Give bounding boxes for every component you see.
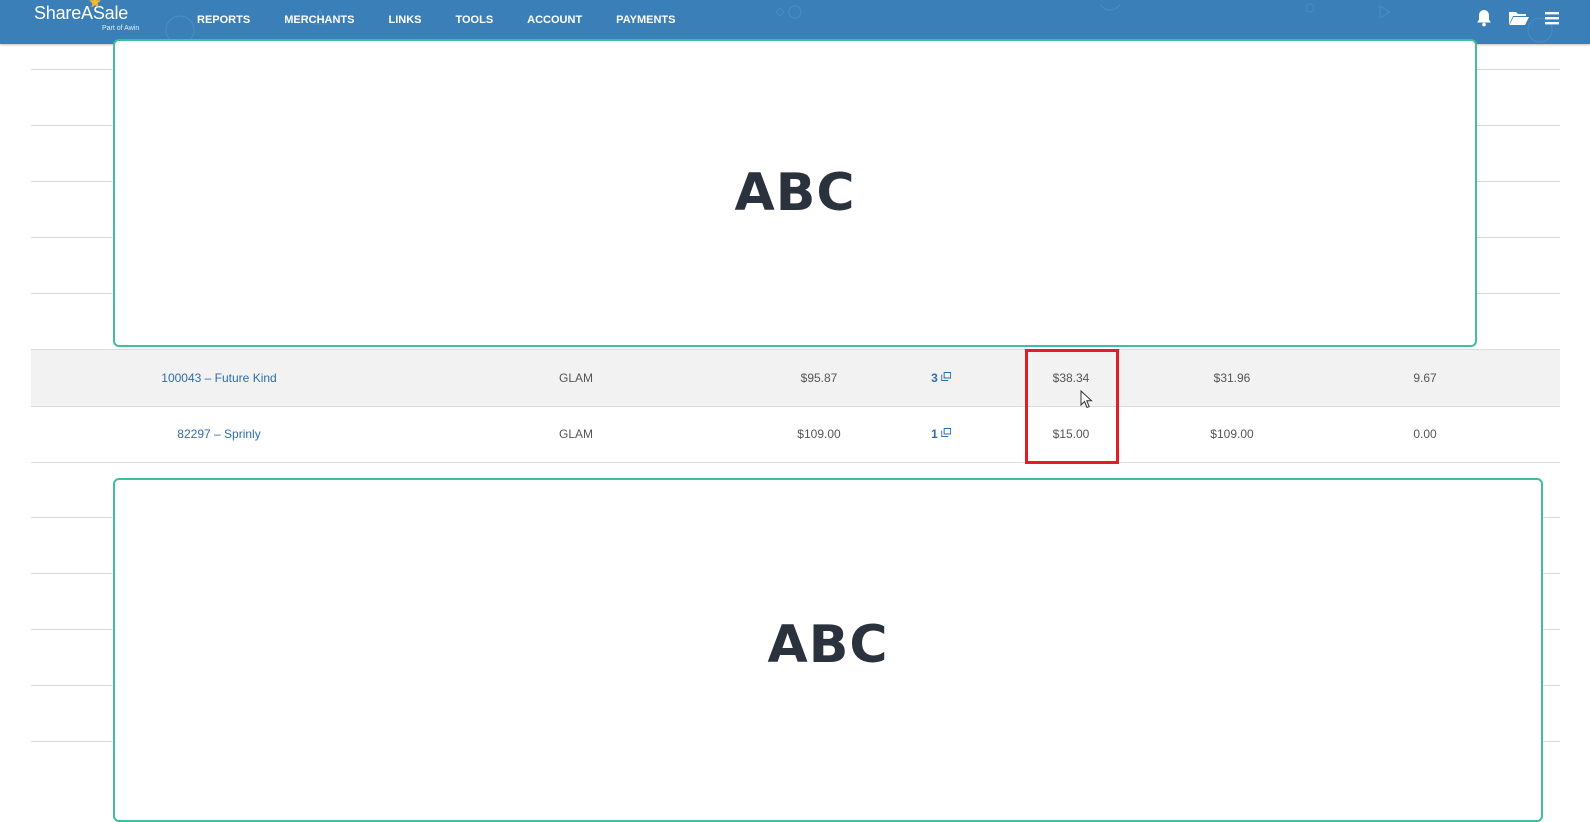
merchant-link[interactable]: 82297 – Sprinly <box>177 406 260 462</box>
mouse-cursor-icon <box>1080 390 1093 409</box>
external-window-icon <box>940 372 951 381</box>
nav-payments[interactable]: PAYMENTS <box>616 14 675 26</box>
main-nav: REPORTS MERCHANTS LINKS TOOLS ACCOUNT PA… <box>197 0 709 40</box>
category-cell: GLAM <box>558 371 594 385</box>
top-nav-bar: ShareASale Part of Awin REPORTS MERCHANT… <box>0 0 1590 44</box>
overlay-panel-bottom: ABC <box>113 478 1543 822</box>
count-value: 3 <box>931 371 938 385</box>
external-window-icon <box>940 428 951 437</box>
merchant-link[interactable]: 100043 – Future Kind <box>161 350 276 406</box>
menu-icon[interactable] <box>1542 8 1562 28</box>
count-link[interactable]: 3 <box>931 350 951 406</box>
highlight-box <box>1025 349 1119 464</box>
folder-icon[interactable] <box>1508 8 1529 28</box>
logo-text: ShareASale <box>34 3 129 23</box>
sales-cell: $109.00 <box>797 427 841 441</box>
nav-links[interactable]: LINKS <box>388 14 421 26</box>
amount-cell: $31.96 <box>1213 371 1251 385</box>
value-cell: 0.00 <box>1413 427 1437 441</box>
table-row: 82297 – Sprinly GLAM $109.00 1 $15.00 $1… <box>31 406 1560 463</box>
nav-merchants[interactable]: MERCHANTS <box>284 14 354 26</box>
nav-reports[interactable]: REPORTS <box>197 14 250 26</box>
count-link[interactable]: 1 <box>931 406 951 462</box>
overlay-text: ABC <box>767 615 889 675</box>
table-row: 100043 – Future Kind GLAM $95.87 3 $38.3… <box>31 349 1560 407</box>
category-cell: GLAM <box>558 427 594 441</box>
overlay-text: ABC <box>734 163 856 223</box>
bell-icon[interactable] <box>1474 8 1494 28</box>
sales-cell: $95.87 <box>800 371 838 385</box>
nav-account[interactable]: ACCOUNT <box>527 14 582 26</box>
star-icon <box>89 0 101 8</box>
count-value: 1 <box>931 427 938 441</box>
nav-tools[interactable]: TOOLS <box>455 14 493 26</box>
header-tools <box>1474 0 1562 36</box>
logo-tagline: Part of Awin <box>102 25 140 32</box>
overlay-panel-top: ABC <box>113 39 1477 347</box>
amount-cell: $109.00 <box>1210 427 1254 441</box>
shareasale-logo[interactable]: ShareASale Part of Awin <box>34 0 154 42</box>
value-cell: 9.67 <box>1413 371 1437 385</box>
